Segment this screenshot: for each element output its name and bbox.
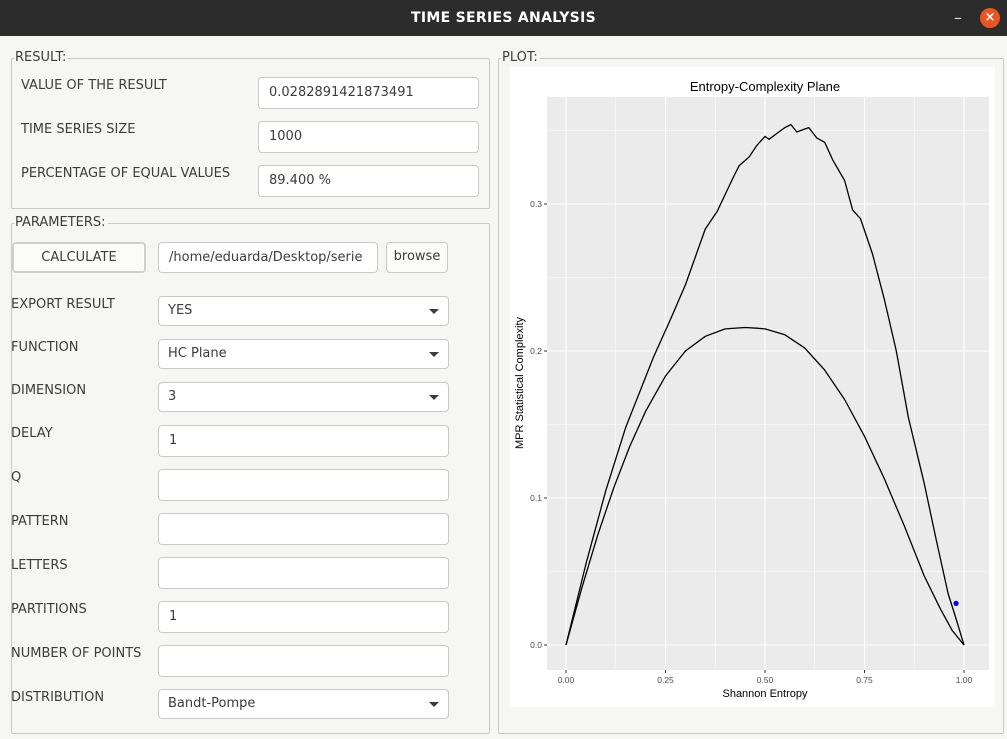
result-point bbox=[953, 600, 959, 606]
distribution-select[interactable]: Bandt-Pompe bbox=[158, 689, 449, 719]
export-result-select[interactable]: YES bbox=[158, 296, 449, 326]
dimension-select[interactable]: 3 bbox=[158, 382, 449, 412]
plot-panel bbox=[547, 97, 989, 670]
result-value-label: VALUE OF THE RESULT bbox=[21, 78, 167, 93]
pattern-label: PATTERN bbox=[11, 514, 69, 529]
plot-area: 0.00 0.25 0.50 0.75 1.00 0.0 0.1 0.2 0.3 Entrop… bbox=[510, 67, 995, 707]
dimension-value: 3 bbox=[168, 389, 177, 404]
browse-button[interactable]: browse bbox=[386, 242, 448, 273]
minimize-icon[interactable]: – bbox=[950, 10, 966, 26]
chevron-down-icon bbox=[429, 352, 439, 357]
function-label: FUNCTION bbox=[11, 340, 79, 355]
x-tick-label: 0.00 bbox=[558, 675, 575, 685]
export-result-value: YES bbox=[168, 303, 193, 318]
y-tick-label: 0.2 bbox=[530, 346, 542, 356]
y-tick-label: 0.3 bbox=[530, 199, 542, 209]
distribution-value: Bandt-Pompe bbox=[168, 696, 256, 711]
q-input[interactable] bbox=[158, 469, 449, 501]
delay-label: DELAY bbox=[11, 426, 53, 441]
result-value-field[interactable]: 0.0282891421873491 bbox=[258, 77, 479, 109]
letters-label: LETTERS bbox=[11, 558, 68, 573]
distribution-label: DISTRIBUTION bbox=[11, 690, 105, 705]
export-result-label: EXPORT RESULT bbox=[11, 297, 115, 312]
letters-input[interactable] bbox=[158, 557, 449, 589]
x-axis-label: Shannon Entropy bbox=[722, 688, 808, 700]
partitions-input[interactable]: 1 bbox=[158, 601, 449, 633]
series-size-field[interactable]: 1000 bbox=[258, 121, 479, 153]
equal-values-field[interactable]: 89.400 % bbox=[258, 165, 479, 197]
dimension-label: DIMENSION bbox=[11, 383, 87, 398]
y-tick-label: 0.0 bbox=[530, 640, 542, 650]
title-bar: TIME SERIES ANALYSIS – × bbox=[0, 0, 1007, 36]
y-tick-label: 0.1 bbox=[530, 493, 542, 503]
chart-title: Entropy-Complexity Plane bbox=[690, 79, 840, 94]
x-tick-label: 0.50 bbox=[757, 675, 774, 685]
chevron-down-icon bbox=[429, 395, 439, 400]
q-label: Q bbox=[11, 470, 22, 485]
window-title: TIME SERIES ANALYSIS bbox=[411, 10, 596, 26]
partitions-label: PARTITIONS bbox=[11, 602, 87, 617]
result-group-title: RESULT: bbox=[14, 50, 69, 66]
x-tick-label: 1.00 bbox=[956, 675, 973, 685]
entropy-complexity-chart: 0.00 0.25 0.50 0.75 1.00 0.0 0.1 0.2 0.3 Entrop… bbox=[510, 67, 995, 707]
delay-input[interactable]: 1 bbox=[158, 425, 449, 457]
close-icon[interactable]: × bbox=[980, 8, 1000, 28]
equal-values-label: PERCENTAGE OF EQUAL VALUES bbox=[21, 166, 231, 181]
chevron-down-icon bbox=[429, 702, 439, 707]
series-size-label: TIME SERIES SIZE bbox=[21, 122, 136, 137]
x-tick-label: 0.75 bbox=[856, 675, 873, 685]
plot-group-title: PLOT: bbox=[501, 50, 540, 66]
function-value: HC Plane bbox=[168, 346, 227, 361]
number-of-points-label: NUMBER OF POINTS bbox=[11, 646, 142, 661]
x-tick-label: 0.25 bbox=[657, 675, 674, 685]
function-select[interactable]: HC Plane bbox=[158, 339, 449, 369]
parameters-group-title: PARAMETERS: bbox=[14, 215, 108, 231]
number-of-points-input[interactable] bbox=[158, 645, 449, 677]
file-path-field[interactable]: /home/eduarda/Desktop/serie bbox=[158, 242, 378, 273]
calculate-button[interactable]: CALCULATE bbox=[12, 242, 146, 273]
pattern-input[interactable] bbox=[158, 513, 449, 545]
y-axis-label: MPR Statistical Complexity bbox=[514, 316, 526, 449]
chevron-down-icon bbox=[429, 309, 439, 314]
